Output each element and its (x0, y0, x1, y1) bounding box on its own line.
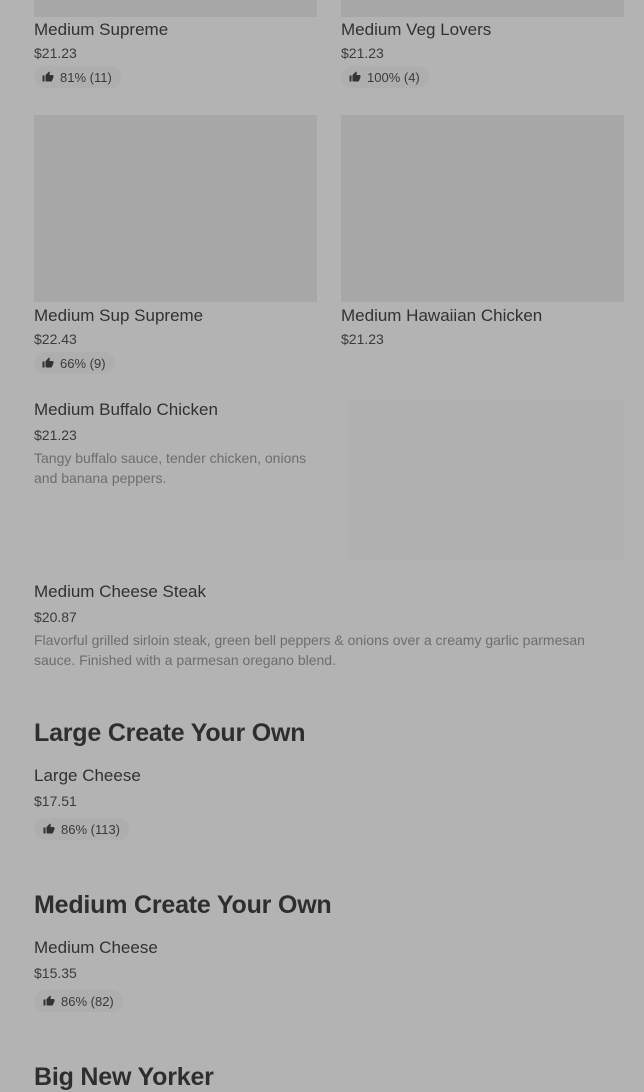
rating-text: 66% (9) (60, 355, 106, 371)
item-image[interactable] (34, 115, 317, 302)
item-name: Medium Sup Supreme (34, 306, 204, 325)
rating-text: 100% (4) (367, 69, 420, 85)
menu-item-medium-cheese-steak[interactable]: Medium Cheese Steak $20.87 Flavorful gri… (34, 582, 624, 670)
menu-item-medium-hawaiian-chicken[interactable]: Medium Hawaiian Chicken $21.23 (341, 306, 624, 347)
item-price: $17.51 (34, 793, 77, 809)
menu-item-large-cheese[interactable]: Large Cheese $17.51 86% (113) (34, 766, 334, 840)
section-title: Large Create Your Own (34, 719, 306, 747)
thumbs-up-icon (349, 71, 361, 82)
menu-item-medium-buffalo-chicken[interactable]: Medium Buffalo Chicken $21.23 Tangy buff… (34, 400, 624, 560)
menu-item-medium-veg-lovers[interactable]: Medium Veg Lovers $21.23 100% (4) (341, 20, 624, 88)
item-description: Tangy buffalo sauce, tender chicken, oni… (34, 450, 307, 486)
item-name: Medium Supreme (34, 20, 169, 39)
rating-text: 86% (113) (61, 821, 121, 837)
rating-badge: 86% (113) (34, 818, 130, 840)
thumbs-up-icon (42, 71, 54, 82)
rating-text: 81% (11) (60, 69, 112, 85)
item-name: Large Cheese (34, 766, 141, 785)
item-price: $22.43 (34, 331, 77, 347)
item-name: Medium Veg Lovers (341, 20, 492, 39)
item-price: $21.23 (341, 331, 384, 347)
rating-badge: 81% (11) (34, 66, 121, 88)
menu-item-medium-supreme[interactable]: Medium Supreme $21.23 81% (11) (34, 20, 317, 88)
item-name: Medium Cheese Steak (34, 582, 206, 601)
rating-badge: 100% (4) (341, 66, 429, 88)
section-title: Medium Create Your Own (34, 891, 332, 919)
item-name: Medium Cheese (34, 938, 158, 957)
menu-item-medium-cheese[interactable]: Medium Cheese $15.35 86% (82) (34, 938, 334, 1012)
item-image[interactable] (341, 115, 624, 302)
item-name: Medium Hawaiian Chicken (341, 306, 543, 325)
item-image[interactable] (341, 0, 624, 17)
item-price: $21.23 (34, 45, 77, 61)
rating-badge: 66% (9) (34, 352, 115, 374)
item-price: $15.35 (34, 965, 77, 981)
item-price: $20.87 (34, 609, 77, 625)
item-description: Flavorful grilled sirloin steak, green b… (34, 632, 585, 668)
thumbs-up-icon (43, 995, 55, 1006)
item-image (348, 400, 624, 560)
item-image[interactable] (34, 0, 317, 17)
menu-item-medium-sup-supreme[interactable]: Medium Sup Supreme $22.43 66% (9) (34, 306, 317, 374)
section-title: Big New Yorker (34, 1063, 214, 1091)
rating-badge: 86% (82) (34, 990, 123, 1012)
thumbs-up-icon (42, 357, 54, 368)
item-price: $21.23 (341, 45, 384, 61)
thumbs-up-icon (43, 823, 55, 834)
rating-text: 86% (82) (61, 993, 114, 1009)
